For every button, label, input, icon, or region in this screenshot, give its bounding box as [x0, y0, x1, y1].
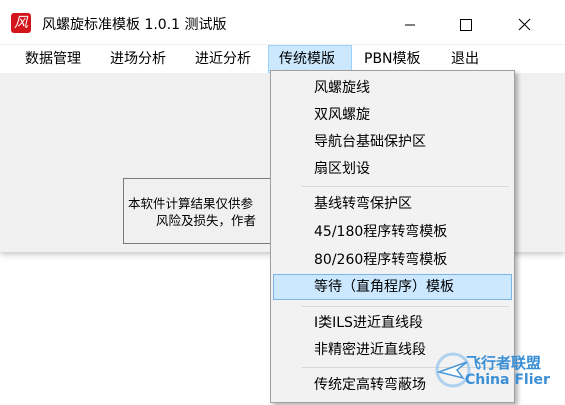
- disclaimer-line-2: 风险及损失，作者: [156, 213, 257, 228]
- minimize-icon: [405, 24, 415, 26]
- menu-item-wind-spiral[interactable]: 风螺旋线: [273, 75, 512, 101]
- menu-exit[interactable]: 退出: [451, 45, 479, 73]
- minimize-button[interactable]: [387, 9, 433, 39]
- disclaimer-line-1: 本软件计算结果仅供参: [128, 196, 254, 211]
- maximize-button[interactable]: [441, 9, 487, 39]
- watermark-text-cn: 飞行者联盟: [466, 354, 542, 372]
- menu-approach-analysis[interactable]: 进近分析: [195, 45, 251, 73]
- menu-data-management[interactable]: 数据管理: [25, 45, 81, 73]
- menu-bar: 数据管理 进场分析 进近分析 传统模版 PBN模板 退出: [0, 45, 565, 73]
- close-icon: [518, 18, 531, 31]
- maximize-icon: [460, 19, 472, 31]
- menu-item-double-wind-spiral[interactable]: 双风螺旋: [273, 102, 512, 128]
- app-logo-icon: 风: [11, 13, 31, 33]
- menu-item-sector-division[interactable]: 扇区划设: [273, 156, 512, 182]
- menu-pbn-templates[interactable]: PBN模板: [364, 45, 421, 73]
- menu-item-navaid-protection-area[interactable]: 导航台基础保护区: [273, 129, 512, 155]
- watermark-logo: 飞行者联盟 China Flier: [433, 338, 563, 400]
- window-title: 风螺旋标准模板 1.0.1 测试版: [42, 17, 227, 33]
- menu-item-holding-template[interactable]: 等待（直角程序）模板: [273, 274, 512, 300]
- watermark-text-en: China Flier: [465, 372, 550, 388]
- close-button[interactable]: [502, 9, 548, 39]
- menu-separator: [302, 186, 509, 187]
- menu-separator: [302, 306, 509, 307]
- menu-item-baseline-turn-protection[interactable]: 基线转弯保护区: [273, 191, 512, 217]
- menu-arrival-analysis[interactable]: 进场分析: [110, 45, 166, 73]
- menu-item-80-260-procedure-turn[interactable]: 80/260程序转弯模板: [273, 247, 512, 273]
- menu-traditional-templates[interactable]: 传统模版: [268, 45, 352, 73]
- disclaimer-box: 本软件计算结果仅供参 风险及损失，作者: [123, 178, 278, 244]
- title-bar[interactable]: 风 风螺旋标准模板 1.0.1 测试版: [0, 0, 565, 44]
- menu-item-cat-i-ils-straight[interactable]: I类ILS进近直线段: [273, 310, 512, 336]
- menu-item-45-180-procedure-turn[interactable]: 45/180程序转弯模板: [273, 219, 512, 245]
